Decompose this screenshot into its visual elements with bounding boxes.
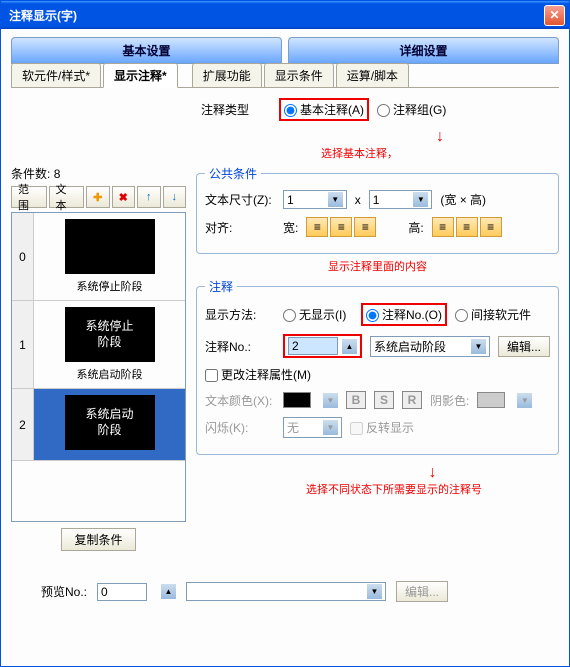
btn-range[interactable]: 范围 — [11, 186, 47, 208]
size-unit: (宽 × 高) — [440, 191, 486, 208]
main-tab-row: 基本设置 详细设置 — [11, 37, 559, 64]
radio-comment-group[interactable]: 注释组(G) — [377, 101, 447, 118]
anno-arrow-1: ↓ 选择基本注释， — [321, 129, 559, 161]
chevron-down-icon: ▼ — [471, 339, 486, 354]
align-top-button[interactable]: ≡ — [432, 217, 454, 237]
align-middle-button[interactable]: ≡ — [456, 217, 478, 237]
bold-button: B — [346, 391, 366, 409]
basic-comment-highlight: 基本注释(A) — [279, 98, 369, 121]
spinner-icon[interactable]: ▲ — [342, 339, 357, 354]
text-size-label: 文本尺寸(Z): — [205, 191, 275, 208]
sub-tab-row: 软元件/样式* 显示注释* 扩展功能 显示条件 运算/脚本 — [11, 63, 559, 88]
blink-label: 闪烁(K): — [205, 419, 275, 436]
comment-group: 注释 显示方法: 无显示(I) 注释No.(O) 间接软元件 注释No.: ▲ — [196, 278, 559, 455]
preview-list[interactable]: 0 系统停止阶段 1 系统停止 阶段 系统启动阶段 — [11, 212, 186, 522]
shadow-color-swatch — [477, 392, 505, 408]
preview-label: 系统启动阶段 — [77, 366, 143, 382]
chevron-down-icon: ▼ — [517, 393, 532, 408]
copy-condition-button[interactable]: 复制条件 — [61, 528, 135, 551]
width-select[interactable]: 1▼ — [283, 190, 347, 209]
common-legend: 公共条件 — [205, 165, 261, 182]
tab-detail-settings[interactable]: 详细设置 — [288, 37, 559, 64]
preview-select[interactable]: ▼ — [186, 582, 386, 601]
chevron-down-icon: ▼ — [323, 393, 338, 408]
preview-edit-button[interactable]: 编辑... — [396, 581, 448, 602]
chevron-down-icon: ▼ — [367, 584, 382, 599]
anno-show-content: 显示注释里面的内容 — [196, 258, 559, 274]
reverse-button: R — [402, 391, 422, 409]
comment-no-input[interactable] — [288, 337, 338, 355]
text-color-swatch — [283, 392, 311, 408]
text-color-label: 文本颜色(X): — [205, 392, 275, 409]
display-method-label: 显示方法: — [205, 306, 275, 323]
blink-select: 无▼ — [283, 417, 342, 438]
titlebar: 注释显示(字) ✕ — [1, 1, 569, 29]
chevron-down-icon: ▼ — [328, 192, 343, 207]
preview-no-input[interactable] — [97, 583, 147, 601]
edit-button[interactable]: 编辑... — [498, 336, 550, 357]
chevron-down-icon: ▼ — [323, 420, 338, 435]
preview-box — [65, 219, 155, 274]
radio-indirect[interactable]: 间接软元件 — [455, 306, 531, 323]
preview-label: 系统停止阶段 — [77, 278, 143, 294]
preview-row-0[interactable]: 0 系统停止阶段 — [12, 213, 185, 301]
close-button[interactable]: ✕ — [544, 5, 565, 26]
style-button: S — [374, 391, 394, 409]
tab-display-cond[interactable]: 显示条件 — [264, 63, 334, 87]
align-left-button[interactable]: ≡ — [306, 217, 328, 237]
radio-basic-comment[interactable]: 基本注释(A) — [284, 101, 364, 118]
comment-legend: 注释 — [205, 278, 237, 295]
tab-device-style[interactable]: 软元件/样式* — [11, 63, 101, 87]
align-bottom-button[interactable]: ≡ — [480, 217, 502, 237]
comment-select[interactable]: 系统启动阶段▼ — [370, 336, 490, 357]
common-conditions-group: 公共条件 文本尺寸(Z): 1▼ x 1▼ (宽 × 高) 对齐: 宽: ≡ ≡ — [196, 165, 559, 254]
preview-row-2[interactable]: 2 系统启动 阶段 — [12, 389, 185, 461]
align-center-button[interactable]: ≡ — [330, 217, 352, 237]
comment-no-label: 注释No.: — [205, 338, 275, 355]
btn-move-up[interactable]: ↑ — [137, 186, 161, 208]
preview-no-row: 预览No.: ▲ ▼ 编辑... — [11, 581, 559, 602]
comment-type-row: 注释类型 基本注释(A) 注释组(G) — [201, 98, 559, 121]
dialog-window: 注释显示(字) ✕ 基本设置 详细设置 软元件/样式* 显示注释* 扩展功能 显… — [0, 0, 570, 667]
left-column: 条件数: 8 范围 文本 ✚ ✖ ↑ ↓ 0 系统停止阶段 — [11, 165, 186, 551]
anno-arrow-2: ↓ 选择不同状态下所需要显示的注释号 — [306, 465, 559, 497]
align-right-button[interactable]: ≡ — [354, 217, 376, 237]
tab-display-comment[interactable]: 显示注释* — [103, 63, 178, 88]
anno-select-state: 选择不同状态下所需要显示的注释号 — [306, 481, 559, 497]
align-label: 对齐: — [205, 219, 275, 236]
btn-text[interactable]: 文本 — [49, 186, 85, 208]
tab-extend[interactable]: 扩展功能 — [192, 63, 262, 87]
change-attr-checkbox[interactable]: 更改注释属性(M) — [205, 366, 311, 383]
condition-count: 条件数: 8 — [11, 165, 186, 182]
preview-toolbar: 范围 文本 ✚ ✖ ↑ ↓ — [11, 186, 186, 208]
preview-num: 1 — [12, 301, 34, 388]
comment-type-label: 注释类型 — [201, 101, 271, 118]
height-select[interactable]: 1▼ — [369, 190, 433, 209]
preview-num: 2 — [12, 389, 34, 460]
preview-box: 系统停止 阶段 — [65, 307, 155, 362]
anno-select-basic: 选择基本注释， — [321, 145, 559, 161]
chevron-down-icon: ▼ — [413, 192, 428, 207]
preview-num: 0 — [12, 213, 34, 300]
content-area: 基本设置 详细设置 软元件/样式* 显示注释* 扩展功能 显示条件 运算/脚本 … — [1, 29, 569, 666]
preview-no-label: 预览No.: — [41, 583, 87, 600]
preview-row-1[interactable]: 1 系统停止 阶段 系统启动阶段 — [12, 301, 185, 389]
tab-script[interactable]: 运算/脚本 — [336, 63, 409, 87]
window-title: 注释显示(字) — [5, 7, 544, 24]
spinner-icon[interactable]: ▲ — [161, 584, 176, 599]
btn-move-down[interactable]: ↓ — [163, 186, 187, 208]
right-column: 公共条件 文本尺寸(Z): 1▼ x 1▼ (宽 × 高) 对齐: 宽: ≡ ≡ — [196, 165, 559, 551]
invert-checkbox: 反转显示 — [350, 419, 420, 436]
preview-box: 系统启动 阶段 — [65, 395, 155, 450]
btn-add[interactable]: ✚ — [86, 186, 110, 208]
btn-delete[interactable]: ✖ — [112, 186, 136, 208]
tab-basic-settings[interactable]: 基本设置 — [11, 37, 282, 64]
radio-no-display[interactable]: 无显示(I) — [283, 306, 353, 323]
radio-comment-no[interactable]: 注释No.(O) — [366, 306, 442, 323]
